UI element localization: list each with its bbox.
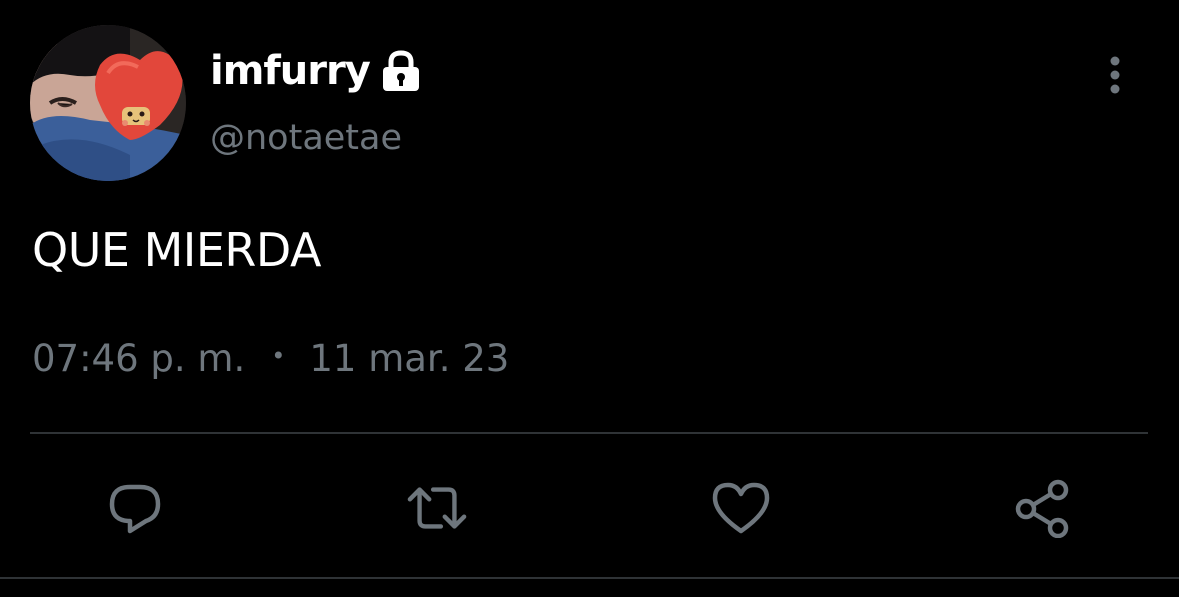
- retweet-button[interactable]: [406, 477, 468, 539]
- more-vertical-icon: [1110, 56, 1120, 94]
- tweet-text: QUE MIERDA: [32, 223, 321, 277]
- bottom-divider: [0, 577, 1179, 579]
- more-options-button[interactable]: [1094, 52, 1136, 98]
- display-name[interactable]: imfurry: [210, 44, 371, 98]
- avatar[interactable]: [30, 25, 186, 181]
- user-handle[interactable]: @notaetae: [210, 116, 402, 160]
- tweet-detail: imfurry @notaetae QUE MIERDA 07:46 p. m.…: [0, 0, 1179, 597]
- share-icon: [1015, 479, 1069, 538]
- retweet-icon: [407, 487, 467, 529]
- avatar-image: [30, 25, 186, 181]
- share-button[interactable]: [1012, 477, 1074, 539]
- tweet-time: 07:46 p. m.: [32, 336, 246, 380]
- heart-icon: [712, 482, 770, 534]
- reply-icon: [109, 484, 161, 534]
- meta-separator: •: [271, 342, 286, 370]
- divider: [30, 432, 1148, 434]
- display-name-row: imfurry: [210, 44, 422, 98]
- reply-button[interactable]: [104, 477, 166, 539]
- tweet-date: 11 mar. 23: [309, 336, 510, 380]
- tweet-meta: 07:46 p. m. • 11 mar. 23: [32, 334, 509, 382]
- lock-icon: [380, 49, 422, 93]
- like-button[interactable]: [710, 477, 772, 539]
